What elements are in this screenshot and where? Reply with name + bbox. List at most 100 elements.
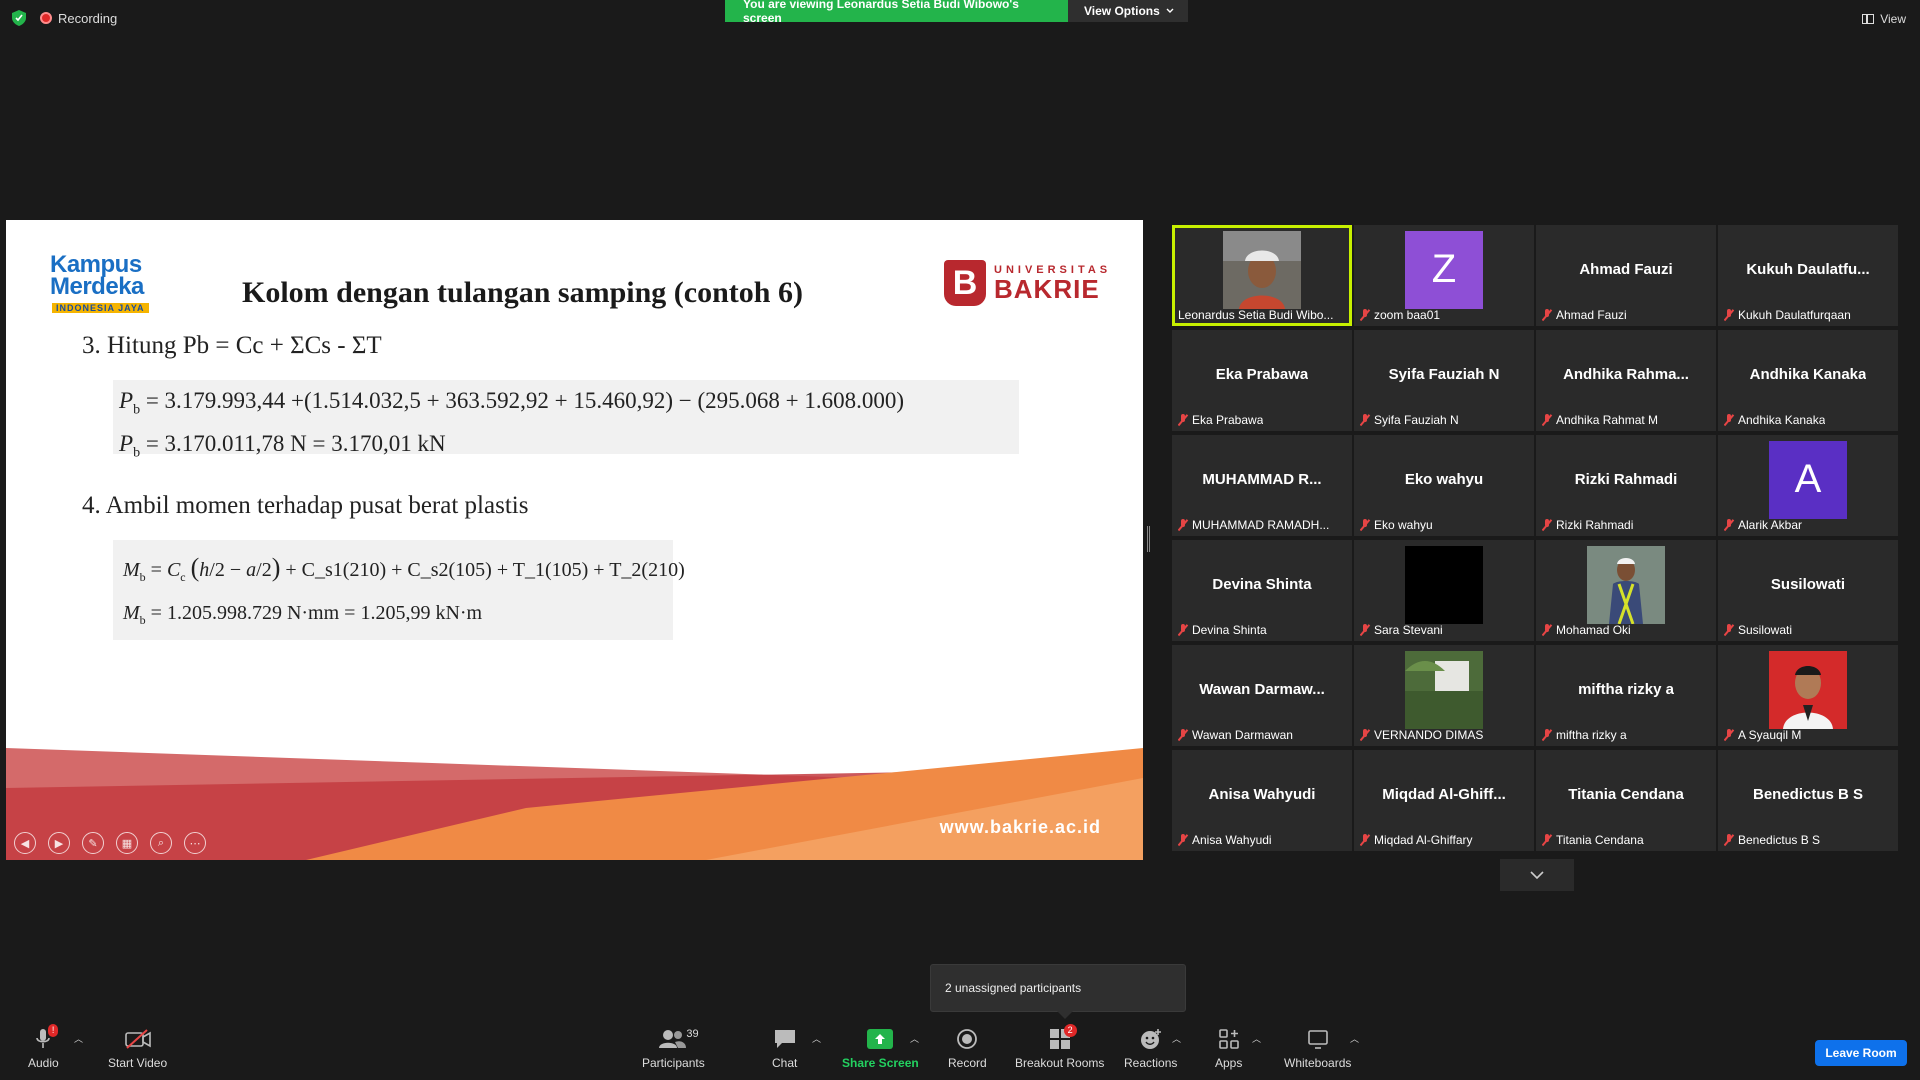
record-label: Record	[948, 1056, 987, 1070]
kampus-merdeka-logo: Kampus Merdeka INDONESIA JAYA	[50, 253, 182, 318]
participant-display-name: MUHAMMAD R...	[1202, 471, 1322, 488]
participant-tile[interactable]: Devina Shinta Devina Shinta	[1172, 540, 1352, 641]
participant-display-name: Kukuh Daulatfu...	[1746, 261, 1870, 278]
video-off-icon	[124, 1029, 151, 1049]
start-video-button[interactable]: Start Video	[108, 1024, 167, 1070]
reactions-button[interactable]: Reactions	[1124, 1024, 1177, 1070]
slide-controls: ◀ ▶ ✎ ▦ ⌕ ⋯	[14, 832, 206, 854]
participant-name-bar: VERNANDO DIMAS	[1360, 728, 1483, 742]
reactions-options-caret[interactable]: ︿	[1172, 1032, 1181, 1045]
participant-name-bar: Miqdad Al-Ghiffary	[1360, 833, 1473, 847]
leave-room-button[interactable]: Leave Room	[1815, 1040, 1907, 1066]
participant-name-bar: Eka Prabawa	[1178, 413, 1263, 427]
mic-muted-icon	[1724, 624, 1734, 636]
whiteboards-options-caret[interactable]: ︿	[1350, 1032, 1359, 1045]
slides-icon[interactable]: ▦	[116, 832, 138, 854]
audio-warning-badge: !	[47, 1024, 59, 1037]
chat-options-caret[interactable]: ︿	[812, 1032, 821, 1045]
mic-muted-icon	[1724, 729, 1734, 741]
mic-muted-icon	[1360, 519, 1370, 531]
participant-tile[interactable]: Zzoom baa01	[1354, 225, 1534, 326]
shared-slide[interactable]: Kampus Merdeka INDONESIA JAYA Kolom deng…	[6, 220, 1143, 860]
gallery-next-page-button[interactable]	[1500, 859, 1574, 891]
audio-button[interactable]: ! Audio	[28, 1024, 59, 1070]
apps-button[interactable]: Apps	[1215, 1024, 1242, 1070]
whiteboards-button[interactable]: Whiteboards	[1284, 1024, 1351, 1070]
apps-options-caret[interactable]: ︿	[1252, 1032, 1261, 1045]
participant-tile[interactable]: A Syauqil M	[1718, 645, 1898, 746]
participant-name: A Syauqil M	[1738, 728, 1802, 742]
recording-indicator[interactable]: Recording	[40, 11, 117, 26]
mic-muted-icon	[1542, 834, 1552, 846]
participant-tile[interactable]: Andhika Rahma... Andhika Rahmat M	[1536, 330, 1716, 431]
participant-name: Wawan Darmawan	[1192, 728, 1293, 742]
participant-tile[interactable]: Eka Prabawa Eka Prabawa	[1172, 330, 1352, 431]
participant-name: Eko wahyu	[1374, 518, 1433, 532]
participant-tile[interactable]: Sara Stevani	[1354, 540, 1534, 641]
next-slide-icon[interactable]: ▶	[48, 832, 70, 854]
mic-muted-icon	[1724, 834, 1734, 846]
record-icon	[957, 1029, 978, 1049]
people-icon	[659, 1030, 687, 1048]
participant-tile[interactable]: MUHAMMAD R... MUHAMMAD RAMADH...	[1172, 435, 1352, 536]
participant-tile[interactable]: miftha rizky a miftha rizky a	[1536, 645, 1716, 746]
eq3-line1: = 3.179.993,44 +(1.514.032,5 + 363.592,9…	[145, 388, 905, 413]
breakout-rooms-button[interactable]: 2 Breakout Rooms	[1015, 1024, 1104, 1070]
participant-tile[interactable]: A Alarik Akbar	[1718, 435, 1898, 536]
participant-tile[interactable]: Eko wahyu Eko wahyu	[1354, 435, 1534, 536]
mic-muted-icon	[1178, 624, 1188, 636]
zoom-icon[interactable]: ⌕	[150, 832, 172, 854]
participant-tile[interactable]: Rizki Rahmadi Rizki Rahmadi	[1536, 435, 1716, 536]
participant-tile[interactable]: Syifa Fauziah N Syifa Fauziah N	[1354, 330, 1534, 431]
participant-tile[interactable]: Titania Cendana Titania Cendana	[1536, 750, 1716, 851]
view-label: View	[1880, 12, 1906, 26]
participant-name-bar: Susilowati	[1724, 623, 1792, 637]
chevron-down-icon	[1530, 871, 1544, 879]
participant-tile[interactable]: Ahmad Fauzi Ahmad Fauzi	[1536, 225, 1716, 326]
participant-name: Rizki Rahmadi	[1556, 518, 1634, 532]
participant-tile[interactable]: Wawan Darmaw... Wawan Darmawan	[1172, 645, 1352, 746]
top-left-status: Recording	[12, 10, 117, 26]
participant-tile[interactable]: Anisa Wahyudi Anisa Wahyudi	[1172, 750, 1352, 851]
mic-muted-icon	[1360, 729, 1370, 741]
participant-name-bar: Alarik Akbar	[1724, 518, 1802, 532]
view-button[interactable]: View	[1862, 12, 1906, 26]
share-options-caret[interactable]: ︿	[910, 1032, 919, 1045]
pen-icon[interactable]: ✎	[82, 832, 104, 854]
participant-name-bar: Benedictus B S	[1724, 833, 1820, 847]
participant-name: Kukuh Daulatfurqaan	[1738, 308, 1851, 322]
audio-options-caret[interactable]: ︿	[74, 1032, 83, 1045]
participant-name-bar: Andhika Kanaka	[1724, 413, 1825, 427]
participant-name-bar: Syifa Fauziah N	[1360, 413, 1459, 427]
participant-tile[interactable]: Benedictus B S Benedictus B S	[1718, 750, 1898, 851]
participant-name-bar: MUHAMMAD RAMADH...	[1178, 518, 1329, 532]
chevron-down-icon	[1166, 8, 1174, 13]
participant-tile[interactable]: VERNANDO DIMAS	[1354, 645, 1534, 746]
participant-name: Andhika Kanaka	[1738, 413, 1826, 427]
record-button[interactable]: Record	[948, 1024, 987, 1070]
participant-tile[interactable]: Leonardus Setia Budi Wibo...	[1172, 225, 1352, 326]
share-screen-button[interactable]: Share Screen	[842, 1024, 919, 1070]
participant-name-bar: Mohamad Oki	[1542, 623, 1631, 637]
participant-tile[interactable]: Susilowati Susilowati	[1718, 540, 1898, 641]
logo-line3: INDONESIA JAYA	[52, 303, 149, 313]
participant-name: Alarik Akbar	[1738, 518, 1803, 532]
participant-tile[interactable]: Kukuh Daulatfu... Kukuh Daulatfurqaan	[1718, 225, 1898, 326]
participant-tile[interactable]: Mohamad Oki	[1536, 540, 1716, 641]
prev-slide-icon[interactable]: ◀	[14, 832, 36, 854]
mic-muted-icon	[1178, 519, 1188, 531]
chat-button[interactable]: Chat	[772, 1024, 797, 1070]
mic-muted-icon	[1724, 414, 1734, 426]
more-icon[interactable]: ⋯	[184, 832, 206, 854]
participant-display-name: Andhika Kanaka	[1749, 366, 1867, 383]
participant-name-bar: Titania Cendana	[1542, 833, 1644, 847]
panel-splitter[interactable]	[1147, 526, 1150, 552]
participant-display-name: Eko wahyu	[1404, 471, 1484, 488]
participant-tile[interactable]: Andhika Kanaka Andhika Kanaka	[1718, 330, 1898, 431]
participant-display-name: miftha rizky a	[1578, 681, 1674, 698]
participant-tile[interactable]: Miqdad Al-Ghiff... Miqdad Al-Ghiffary	[1354, 750, 1534, 851]
view-options-button[interactable]: View Options	[1068, 0, 1188, 22]
shield-icon[interactable]	[12, 10, 26, 26]
universitas-bakrie-logo: B UNIVERSITAS BAKRIE	[944, 260, 1111, 306]
participants-button[interactable]: 39 Participants	[642, 1024, 705, 1070]
